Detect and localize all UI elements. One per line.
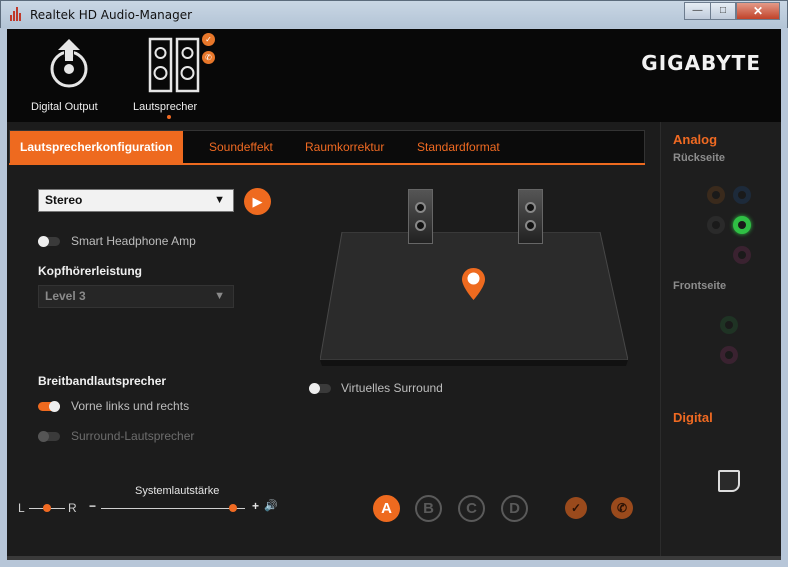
system-volume-label: Systemlautstärke bbox=[135, 485, 220, 497]
virtual-surround-label: Virtuelles Surround bbox=[341, 381, 443, 395]
tab-underline bbox=[9, 163, 645, 165]
speaker-config-value: Stereo bbox=[45, 193, 83, 207]
brand-logo: GIGABYTE bbox=[641, 51, 761, 75]
selected-device-indicator bbox=[167, 115, 171, 119]
check-badge-icon: ✓ bbox=[202, 33, 215, 46]
phone-badge-icon: ✆ bbox=[202, 51, 215, 64]
jack-front-green[interactable] bbox=[720, 316, 738, 334]
balance-knob[interactable] bbox=[43, 504, 51, 512]
profile-d-button[interactable]: D bbox=[501, 495, 528, 522]
close-button[interactable]: ✕ bbox=[736, 2, 780, 20]
smart-headphone-label: Smart Headphone Amp bbox=[71, 234, 196, 248]
surround-speaker-label: Surround-Lautsprecher bbox=[71, 429, 195, 443]
profile-b-button[interactable]: B bbox=[415, 495, 442, 522]
broadband-heading: Breitbandlautsprecher bbox=[38, 374, 167, 388]
window-controls: — □ ✕ bbox=[684, 2, 780, 20]
virtual-surround-toggle[interactable] bbox=[309, 383, 331, 394]
balance-right-label: R bbox=[68, 501, 77, 515]
chevron-down-icon: ▼ bbox=[214, 290, 225, 302]
chevron-down-icon: ▼ bbox=[214, 194, 225, 206]
analog-title: Analog bbox=[673, 132, 718, 147]
speaker-volume-icon[interactable]: 🔊 bbox=[264, 499, 278, 512]
volume-track[interactable] bbox=[101, 508, 245, 509]
volume-plus-icon[interactable]: + bbox=[252, 499, 259, 513]
tab-sound-effects[interactable]: Soundeffekt bbox=[209, 131, 273, 163]
play-test-button[interactable]: ▶ bbox=[244, 188, 271, 215]
volume-minus-icon[interactable]: − bbox=[89, 499, 96, 513]
surround-speaker-toggle[interactable] bbox=[38, 431, 60, 442]
device-bar: Digital Output Lautsprecher ✓ ✆ GIGABYTE bbox=[7, 29, 781, 122]
digital-title: Digital bbox=[673, 410, 713, 425]
jack-rear-black[interactable] bbox=[707, 216, 725, 234]
tab-room-correction[interactable]: Raumkorrektur bbox=[305, 131, 384, 163]
tab-speaker-configuration[interactable]: Lautsprecherkonfiguration bbox=[10, 131, 183, 163]
spdif-port-icon[interactable] bbox=[718, 470, 740, 492]
app-icon bbox=[8, 7, 24, 23]
balance-left-label: L bbox=[18, 501, 25, 515]
front-label: Frontseite bbox=[673, 280, 727, 292]
front-lr-label: Vorne links und rechts bbox=[71, 399, 190, 413]
listener-position-icon[interactable] bbox=[461, 267, 486, 301]
jack-rear-blue[interactable] bbox=[733, 186, 751, 204]
smart-headphone-toggle[interactable] bbox=[38, 236, 60, 247]
jack-front-pink[interactable] bbox=[720, 346, 738, 364]
jack-rear-green[interactable] bbox=[733, 216, 751, 234]
headphone-level-select[interactable]: Level 3 ▼ bbox=[38, 285, 234, 308]
profile-a-button[interactable]: A bbox=[373, 495, 400, 522]
jack-rear-pink[interactable] bbox=[733, 246, 751, 264]
minimize-button[interactable]: — bbox=[684, 2, 710, 20]
headphone-heading: Kopfhörerleistung bbox=[38, 264, 142, 278]
digital-output-icon bbox=[50, 39, 88, 88]
phone-icon[interactable]: ✆ bbox=[611, 497, 633, 519]
window-title: Realtek HD Audio-Manager bbox=[30, 8, 193, 22]
connector-panel: Analog Rückseite Frontseite Digital ⚙ 🔧 … bbox=[660, 122, 781, 560]
device-label: Lautsprecher bbox=[133, 101, 198, 113]
tab-default-format[interactable]: Standardformat bbox=[417, 131, 500, 163]
headphone-level-value: Level 3 bbox=[45, 289, 86, 303]
volume-knob[interactable] bbox=[229, 504, 238, 512]
device-label: Digital Output bbox=[31, 101, 98, 113]
left-speaker[interactable] bbox=[408, 189, 433, 244]
check-icon[interactable]: ✓ bbox=[565, 497, 587, 519]
app-client-area: Digital Output Lautsprecher ✓ ✆ GIGABYTE… bbox=[7, 29, 781, 560]
right-speaker[interactable] bbox=[518, 189, 543, 244]
profile-c-button[interactable]: C bbox=[458, 495, 485, 522]
front-lr-toggle[interactable] bbox=[38, 401, 60, 412]
jack-rear-orange[interactable] bbox=[707, 186, 725, 204]
tab-bar: Lautsprecherkonfiguration Soundeffekt Ra… bbox=[9, 130, 645, 164]
speakers-icon bbox=[148, 37, 200, 93]
speaker-config-select[interactable]: Stereo ▼ bbox=[38, 189, 234, 212]
rear-label: Rückseite bbox=[673, 152, 725, 164]
title-bar: Realtek HD Audio-Manager — □ ✕ bbox=[0, 0, 788, 28]
bottom-strip bbox=[7, 556, 781, 560]
maximize-button[interactable]: □ bbox=[710, 2, 736, 20]
